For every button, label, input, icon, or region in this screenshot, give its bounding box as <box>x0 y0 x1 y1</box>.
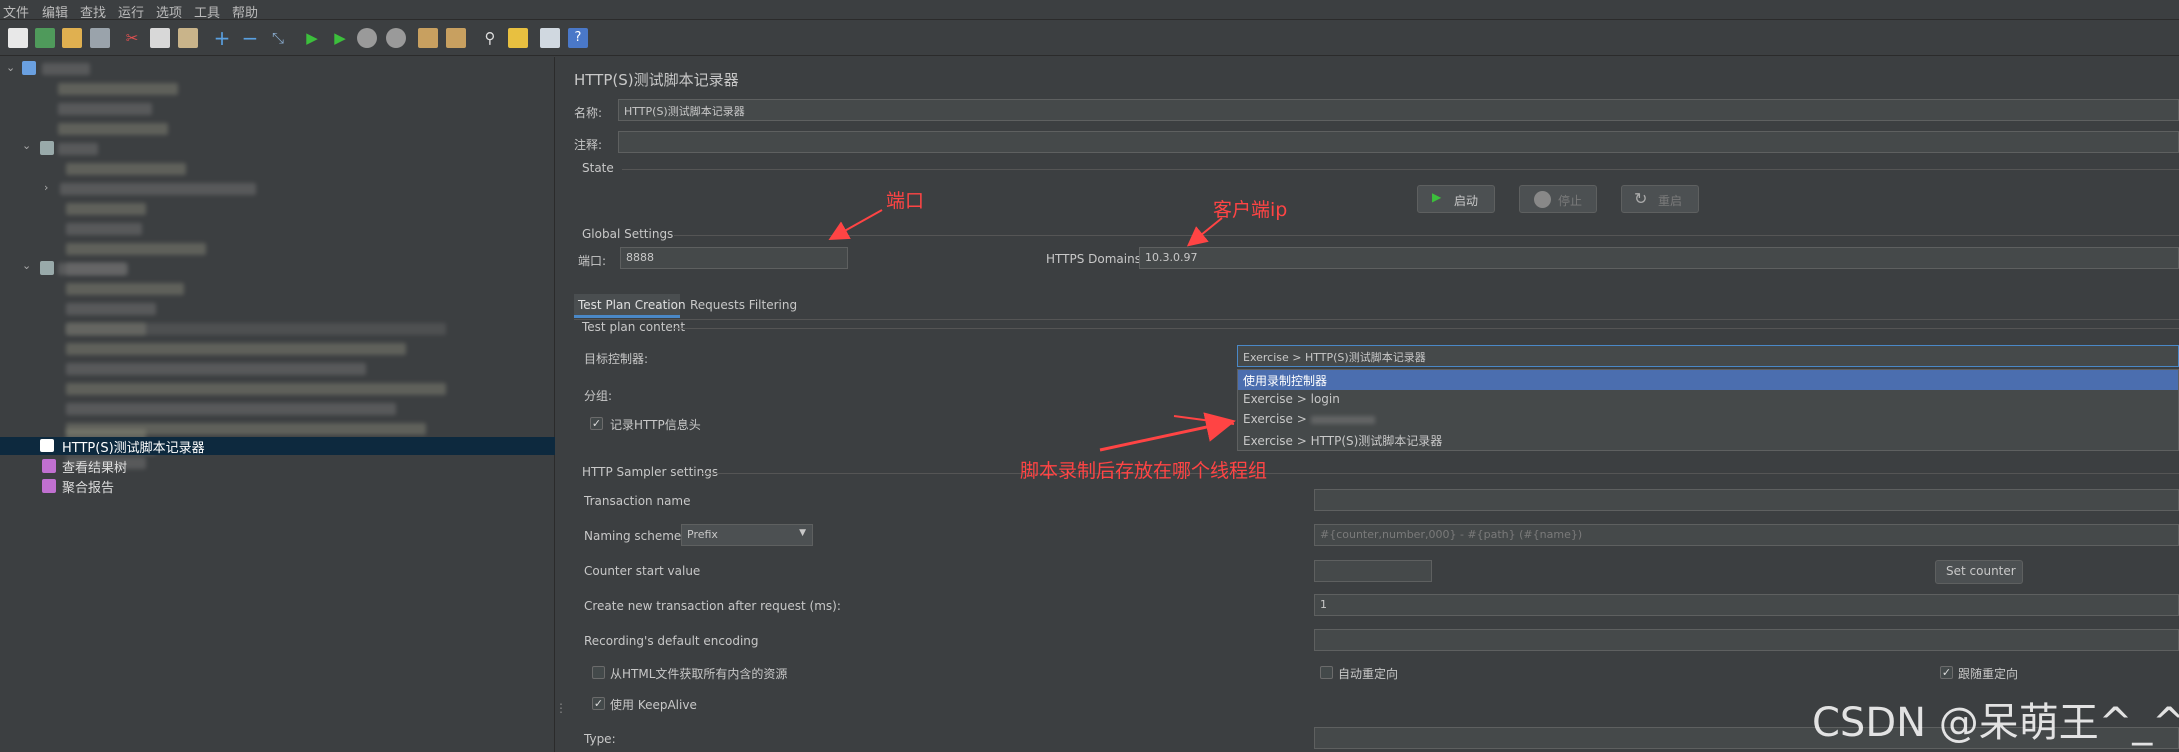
arrow-to-https <box>1186 217 1223 247</box>
annotation-arrows <box>828 209 1236 452</box>
arrow-to-port <box>828 209 883 240</box>
watermark: CSDN @呆萌王^_^ <box>1812 700 2179 746</box>
arrow-to-dropdown-main <box>1099 412 1236 452</box>
